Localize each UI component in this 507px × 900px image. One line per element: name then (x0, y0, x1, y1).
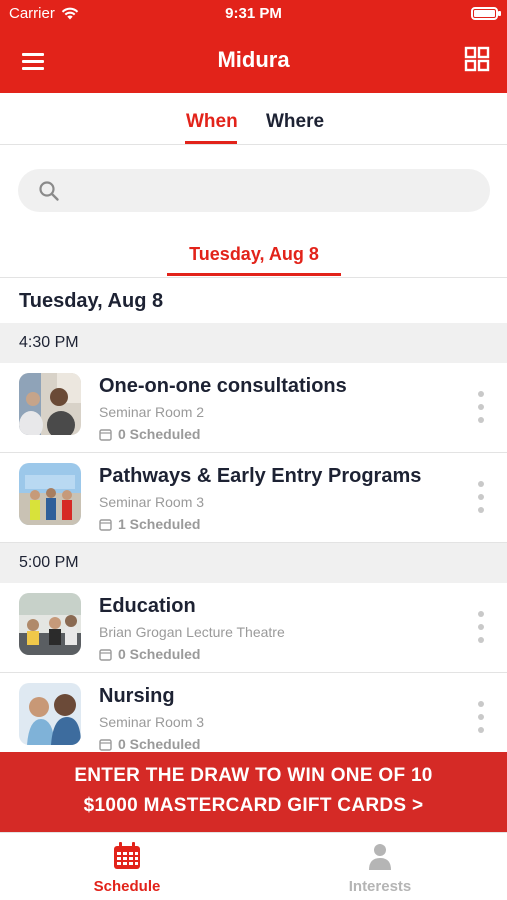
scheduled-label: 0 Scheduled (118, 426, 201, 442)
time-group-header: 5:00 PM (0, 543, 507, 583)
session-thumbnail (19, 593, 81, 655)
session-thumbnail (19, 373, 81, 435)
app-title: Midura (217, 47, 290, 72)
more-options-icon[interactable] (475, 481, 487, 515)
active-tab-indicator (185, 141, 237, 144)
more-options-icon[interactable] (475, 391, 487, 425)
session-thumbnail (19, 463, 81, 525)
session-room: Seminar Room 3 (99, 714, 205, 730)
session-row[interactable]: Pathways & Early Entry Programs Seminar … (0, 453, 507, 543)
scheduled-label: 0 Scheduled (118, 736, 201, 752)
search-icon (39, 181, 59, 201)
session-scheduled-count: 0 Scheduled (99, 736, 200, 752)
session-scheduled-count: 1 Scheduled (99, 516, 200, 532)
status-time: 9:31 PM (225, 5, 282, 22)
more-options-icon[interactable] (475, 701, 487, 735)
promo-banner[interactable]: ENTER THE DRAW TO WIN ONE OF 10 $1000 MA… (0, 752, 507, 832)
calendar-icon (114, 842, 140, 869)
tab-when[interactable]: When (186, 111, 238, 133)
app-header: Carrier 9:31 PM Midura (0, 0, 507, 93)
tab-schedule-label: Schedule (93, 878, 161, 895)
calendar-icon (99, 518, 112, 531)
scheduled-label: 0 Scheduled (118, 646, 201, 662)
session-scheduled-count: 0 Scheduled (99, 426, 200, 442)
promo-line-1: ENTER THE DRAW TO WIN ONE OF 10 (74, 765, 433, 786)
grid-view-button[interactable] (463, 45, 491, 73)
session-title: Education (99, 595, 196, 617)
person-icon (369, 844, 391, 870)
session-title: Pathways & Early Entry Programs (99, 465, 422, 487)
session-title: Nursing (99, 685, 175, 707)
session-room: Brian Grogan Lecture Theatre (99, 624, 285, 640)
session-scheduled-count: 0 Scheduled (99, 646, 200, 662)
promo-line-2: $1000 MASTERCARD GIFT CARDS > (83, 795, 424, 816)
time-label: 5:00 PM (19, 554, 79, 571)
day-heading: Tuesday, Aug 8 (19, 290, 164, 312)
grid-view-icon (464, 46, 490, 72)
divider (0, 277, 507, 278)
tab-interests[interactable]: Interests (320, 841, 440, 895)
date-tab-indicator (167, 273, 341, 276)
scheduled-label: 1 Scheduled (118, 516, 201, 532)
tab-schedule[interactable]: Schedule (67, 841, 187, 895)
calendar-icon (99, 738, 112, 751)
calendar-icon (99, 648, 112, 661)
session-room: Seminar Room 3 (99, 494, 205, 510)
battery-icon (471, 7, 501, 20)
bottom-tab-bar: Schedule Interests (0, 832, 507, 900)
session-row[interactable]: Education Brian Grogan Lecture Theatre 0… (0, 583, 507, 673)
view-tabs: When Where (0, 93, 507, 145)
tab-interests-label: Interests (348, 878, 412, 895)
session-thumbnail (19, 683, 81, 745)
search-bar[interactable] (18, 169, 490, 212)
session-room: Seminar Room 2 (99, 404, 205, 420)
session-title: One-on-one consultations (99, 375, 347, 397)
date-tab-selected[interactable]: Tuesday, Aug 8 (167, 244, 341, 265)
session-row[interactable]: Nursing Seminar Room 3 0 Scheduled (0, 673, 507, 763)
time-group-header: 4:30 PM (0, 323, 507, 363)
search-input[interactable] (70, 169, 470, 212)
nav-bar: Midura (0, 28, 507, 93)
more-options-icon[interactable] (475, 611, 487, 645)
tab-where[interactable]: Where (266, 111, 324, 133)
status-bar: Carrier 9:31 PM (0, 0, 507, 28)
time-label: 4:30 PM (19, 334, 79, 351)
session-row[interactable]: One-on-one consultations Seminar Room 2 … (0, 363, 507, 453)
calendar-icon (99, 428, 112, 441)
